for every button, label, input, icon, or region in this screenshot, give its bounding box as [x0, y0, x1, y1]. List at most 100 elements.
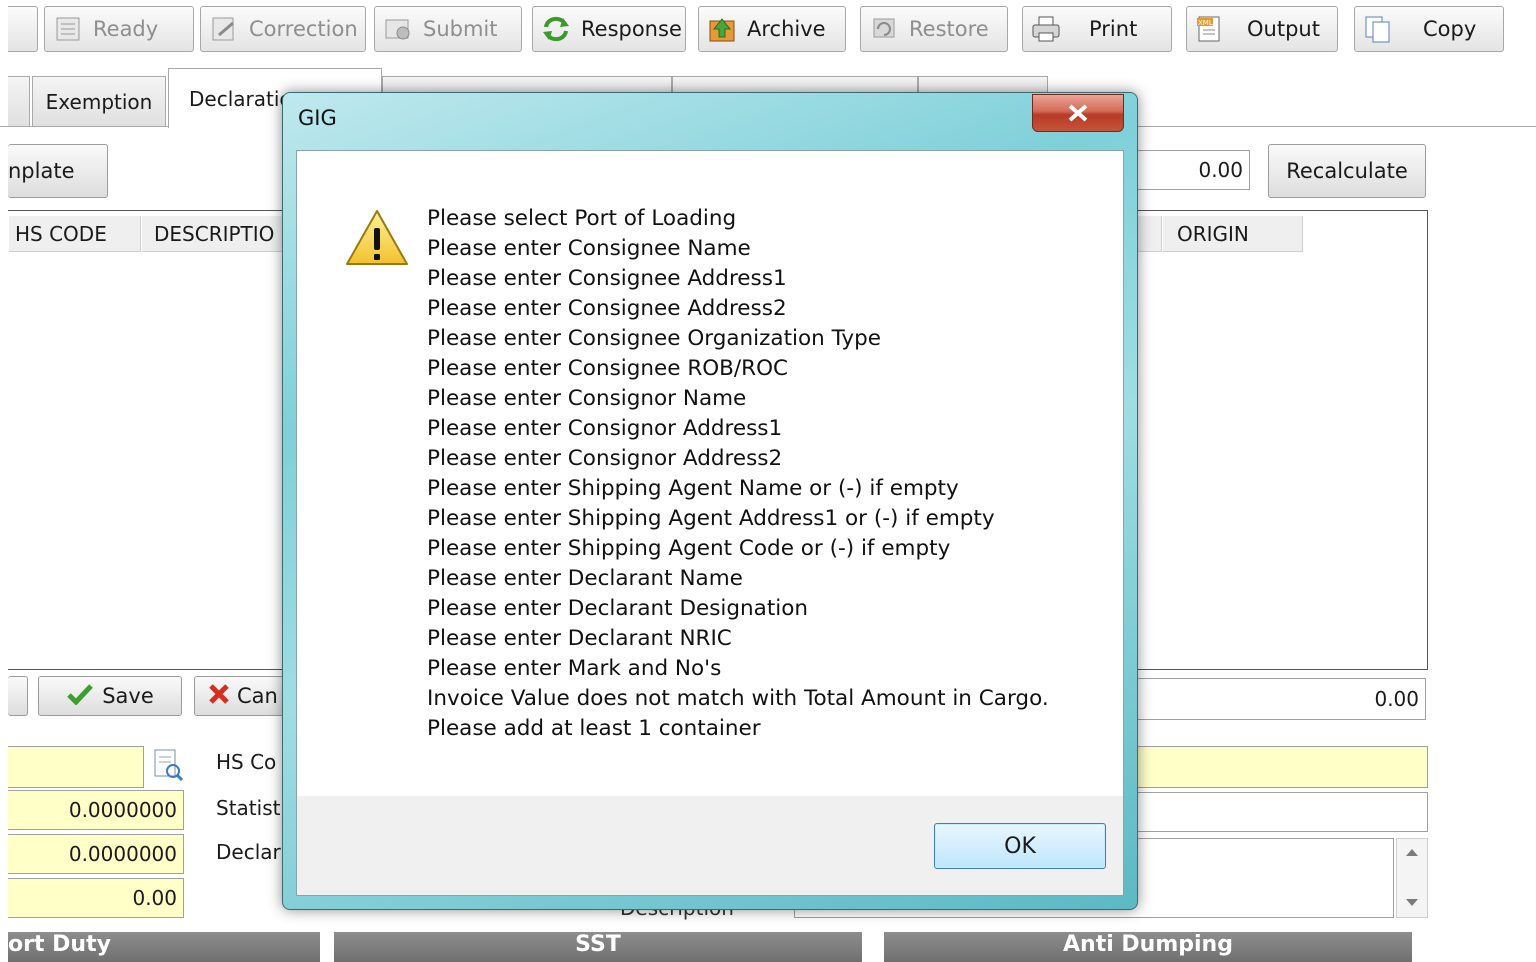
tab-exemption-label: Exemption [45, 89, 153, 114]
close-icon [1068, 104, 1088, 122]
action-button-partial[interactable] [8, 676, 28, 716]
sst-label: SST [575, 932, 621, 957]
message-list: Please select Port of Loading Please ent… [427, 204, 1049, 744]
archive-label: Archive [747, 17, 826, 41]
cancel-label: Can [237, 684, 278, 708]
message-line: Please enter Consignor Address1 [427, 416, 783, 441]
xml-file-icon: XML [1195, 15, 1225, 43]
value3-field[interactable]: 0.00 [8, 878, 184, 918]
message-line: Please enter Consignee Address1 [427, 266, 787, 291]
print-button[interactable]: Print [1022, 6, 1172, 52]
message-line: Please enter Consignee Name [427, 236, 751, 261]
message-line: Please enter Consignor Name [427, 386, 747, 411]
message-line: Please enter Shipping Agent Address1 or … [427, 506, 995, 531]
submit-button[interactable]: Submit [374, 6, 522, 52]
grid-header-description-label: DESCRIPTIO [154, 221, 275, 246]
submit-icon [383, 15, 413, 43]
import-duty-label: ort Duty [8, 932, 111, 957]
rate1-field[interactable]: 0.0000000 [8, 790, 184, 830]
output-label: Output [1247, 17, 1320, 41]
rate2-field[interactable]: 0.0000000 [8, 834, 184, 874]
message-line: Please add at least 1 container [427, 716, 761, 741]
message-line: Please enter Consignee Address2 [427, 296, 787, 321]
amount-text: 0.00 [1374, 687, 1419, 711]
template-button[interactable]: nplate [8, 144, 108, 198]
sst-tab[interactable]: SST [334, 932, 862, 962]
restore-label: Restore [909, 17, 989, 41]
warning-icon [344, 208, 410, 268]
save-label: Save [102, 684, 154, 708]
archive-button[interactable]: Archive [698, 6, 846, 52]
document-icon [53, 15, 83, 43]
dialog-close-button[interactable] [1032, 94, 1124, 132]
cancel-button[interactable]: Can [194, 676, 294, 716]
recalculate-button[interactable]: Recalculate [1268, 144, 1426, 198]
correction-button[interactable]: Correction [200, 6, 366, 52]
correction-label: Correction [249, 17, 358, 41]
import-duty-tab[interactable]: ort Duty [8, 932, 320, 962]
statistic-field[interactable] [1128, 792, 1428, 832]
hs-code-input[interactable] [8, 746, 144, 788]
toolbar-button-partial[interactable] [8, 6, 38, 52]
statistic-label: Statist [216, 796, 281, 820]
message-line: Please enter Consignee Organization Type [427, 326, 881, 351]
grid-header-description[interactable]: DESCRIPTIO [142, 216, 292, 252]
scroll-up-icon[interactable] [1406, 849, 1418, 856]
declared-label: Declar [216, 840, 281, 864]
grid-header-origin[interactable]: ORIGIN [1163, 216, 1303, 252]
restore-icon [869, 15, 899, 43]
save-button[interactable]: Save [38, 676, 182, 716]
refresh-icon [541, 15, 571, 43]
anti-dumping-tab[interactable]: Anti Dumping [884, 932, 1412, 962]
message-line: Please enter Consignee ROB/ROC [427, 356, 789, 381]
correction-icon [209, 15, 239, 43]
message-line: Please enter Shipping Agent Code or (-) … [427, 536, 951, 561]
tab-exemption[interactable]: Exemption [32, 76, 166, 126]
ready-button[interactable]: Ready [44, 6, 194, 52]
tab-partial[interactable] [8, 76, 30, 126]
copy-label: Copy [1423, 17, 1477, 41]
value3-text: 0.00 [132, 886, 177, 910]
message-line: Please enter Declarant Designation [427, 596, 809, 621]
message-line: Please enter Declarant NRIC [427, 626, 732, 651]
ready-label: Ready [93, 17, 159, 41]
grid-header-hs-code-label: HS CODE [15, 221, 107, 246]
rate1-text: 0.0000000 [68, 798, 177, 822]
dialog-title: GIG [298, 106, 337, 130]
close-icon [207, 682, 231, 711]
checkmark-icon [66, 683, 94, 710]
total-value-field[interactable]: 0.00 [1128, 150, 1250, 190]
archive-icon [707, 15, 737, 43]
hs-code-label: HS Co [216, 750, 277, 774]
ok-label: OK [1004, 833, 1036, 859]
restore-button[interactable]: Restore [860, 6, 1008, 52]
template-button-label: nplate [8, 159, 75, 183]
lookup-icon[interactable] [152, 748, 184, 782]
copy-icon [1363, 15, 1393, 43]
submit-label: Submit [423, 17, 498, 41]
anti-dumping-label: Anti Dumping [1063, 932, 1233, 957]
print-label: Print [1089, 17, 1138, 41]
amount-field[interactable]: 0.00 [1128, 678, 1426, 720]
message-line: Please enter Shipping Agent Name or (-) … [427, 476, 959, 501]
copy-button[interactable]: Copy [1354, 6, 1504, 52]
recalculate-label: Recalculate [1286, 159, 1408, 183]
message-line: Please enter Consignor Address2 [427, 446, 783, 471]
message-line: Invoice Value does not match with Total … [427, 686, 1049, 711]
message-line: Please enter Mark and No's [427, 656, 722, 681]
ok-button[interactable]: OK [934, 823, 1106, 869]
description-scrollbar[interactable] [1396, 838, 1428, 918]
message-line: Please enter Declarant Name [427, 566, 743, 591]
response-label: Response [581, 17, 682, 41]
printer-icon [1031, 15, 1061, 43]
hs-description-field[interactable] [1128, 746, 1428, 788]
rate2-text: 0.0000000 [68, 842, 177, 866]
response-button[interactable]: Response [532, 6, 686, 52]
message-line: Please select Port of Loading [427, 206, 737, 231]
svg-text:XML: XML [1198, 19, 1213, 27]
scroll-down-icon[interactable] [1406, 899, 1418, 906]
output-button[interactable]: XML Output [1186, 6, 1338, 52]
total-value-text: 0.00 [1198, 158, 1243, 182]
grid-header-origin-label: ORIGIN [1177, 221, 1249, 246]
grid-header-hs-code[interactable]: HS CODE [9, 216, 141, 252]
